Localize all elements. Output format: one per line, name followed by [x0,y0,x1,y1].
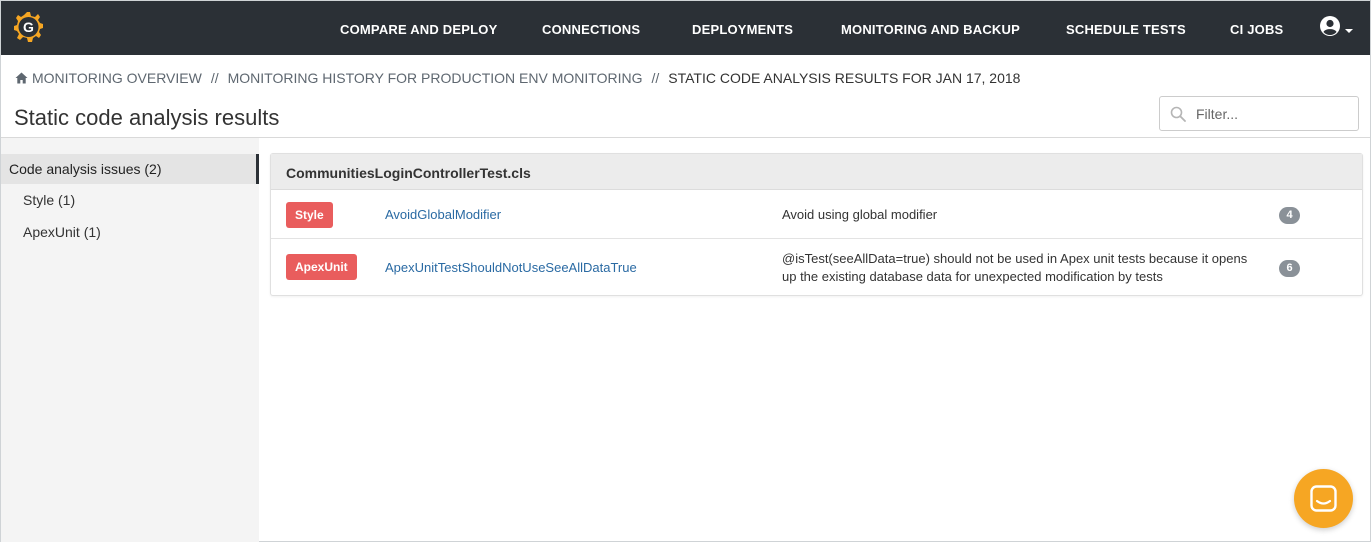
sidebar-item-style[interactable]: Style (1) [23,192,75,208]
breadcrumb-label: MONITORING OVERVIEW [32,70,202,86]
breadcrumb-separator: // [651,70,660,86]
file-name: CommunitiesLoginControllerTest.cls [286,165,531,181]
gearset-logo[interactable]: G [11,9,43,47]
issue-row: Style AvoidGlobalModifier Avoid using gl… [271,190,1362,239]
breadcrumb: MONITORING OVERVIEW // MONITORING HISTOR… [15,69,1020,87]
nav-monitoring-and-backup[interactable]: MONITORING AND BACKUP [841,1,1020,55]
issue-row: ApexUnit ApexUnitTestShouldNotUseSeeAllD… [271,239,1362,296]
page-title: Static code analysis results [14,105,280,130]
sidebar-item-apexunit[interactable]: ApexUnit (1) [23,224,101,240]
home-icon [15,72,28,84]
issue-description: @isTest(seeAllData=true) should not be u… [782,251,1248,284]
logo-letter: G [23,19,34,35]
top-navbar: G COMPARE AND DEPLOY CONNECTIONS DEPLOYM… [1,1,1370,55]
sidebar-item-code-analysis-issues[interactable]: Code analysis issues (2) [1,154,259,184]
user-circle-icon [1320,16,1340,36]
chat-icon [1310,485,1337,512]
sidebar-item-label: Code analysis issues (2) [9,161,162,177]
search-icon [1170,106,1186,122]
chat-launcher-button[interactable] [1294,469,1353,528]
filter-input[interactable] [1196,103,1351,125]
results-panel: CommunitiesLoginControllerTest.cls Style… [270,153,1363,296]
user-menu[interactable] [1319,15,1359,41]
chevron-down-icon [1345,29,1353,33]
category-badge: ApexUnit [286,254,357,280]
rule-link[interactable]: AvoidGlobalModifier [385,207,501,222]
nav-ci-jobs[interactable]: CI JOBS [1230,1,1283,55]
filter-box [1159,96,1359,131]
line-number-badge: 4 [1279,207,1300,224]
file-header: CommunitiesLoginControllerTest.cls [271,154,1362,190]
nav-schedule-tests[interactable]: SCHEDULE TESTS [1066,1,1186,55]
breadcrumb-monitoring-history[interactable]: MONITORING HISTORY FOR PRODUCTION ENV MO… [228,70,643,86]
nav-connections[interactable]: CONNECTIONS [542,1,640,55]
nav-compare-and-deploy[interactable]: COMPARE AND DEPLOY [340,1,497,55]
line-number-badge: 6 [1279,260,1300,277]
rule-link[interactable]: ApexUnitTestShouldNotUseSeeAllDataTrue [385,260,637,275]
breadcrumb-separator: // [210,70,219,86]
breadcrumb-monitoring-overview[interactable]: MONITORING OVERVIEW [15,70,202,86]
issue-description: Avoid using global modifier [782,207,938,222]
category-badge: Style [286,202,333,228]
nav-deployments[interactable]: DEPLOYMENTS [692,1,793,55]
breadcrumb-current: STATIC CODE ANALYSIS RESULTS FOR JAN 17,… [668,70,1021,86]
sidebar: Code analysis issues (2) Style (1) ApexU… [1,138,259,542]
